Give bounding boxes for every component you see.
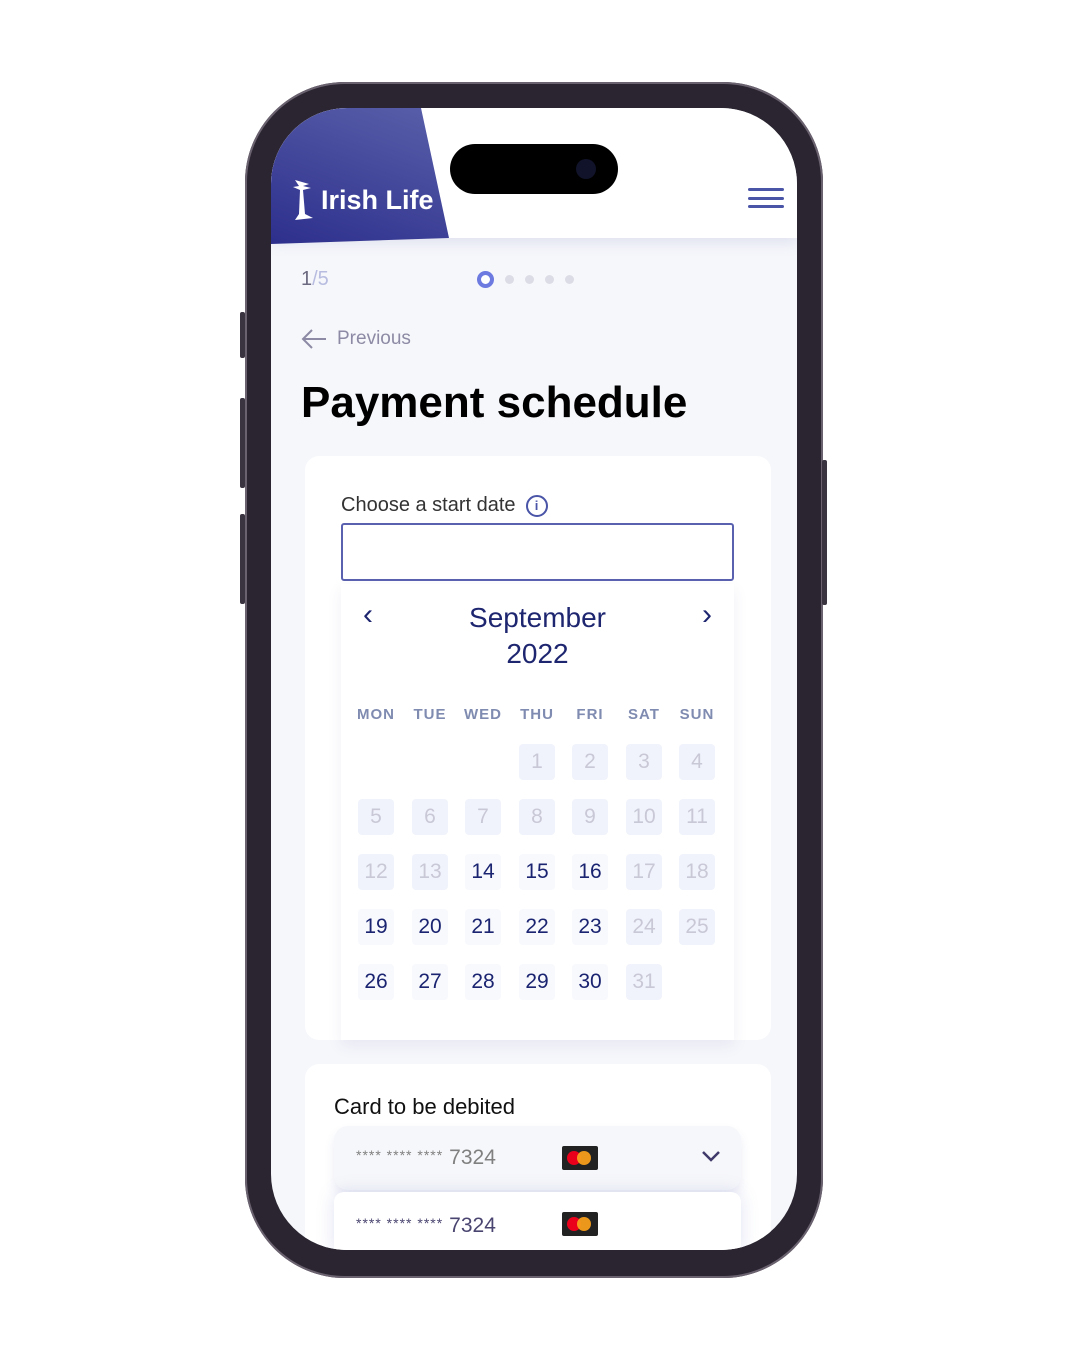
logo-text: Irish Life <box>321 184 434 215</box>
previous-link[interactable]: Previous <box>301 328 411 350</box>
progress-dot <box>525 275 534 284</box>
hamburger-icon[interactable] <box>748 188 784 208</box>
calendar-day: 12 <box>358 854 394 890</box>
previous-label: Previous <box>337 328 411 349</box>
volume-up-button <box>240 398 245 488</box>
volume-down-button <box>240 514 245 604</box>
calendar-day: 1 <box>519 744 555 780</box>
camera <box>576 159 596 179</box>
calendar-day[interactable]: 20 <box>412 909 448 945</box>
calendar-day: 13 <box>412 854 448 890</box>
weekday-header: MON <box>357 706 395 723</box>
screen: Irish Life 1/5 Previous Payment schedule… <box>271 108 797 1250</box>
weekday-header: SUN <box>679 706 715 723</box>
progress-dot-active <box>477 271 494 288</box>
calendar-day: 18 <box>679 854 715 890</box>
logo-background <box>271 108 449 244</box>
start-date-input[interactable] <box>341 523 734 581</box>
label-text: Choose a start date <box>341 494 516 516</box>
progress-dot <box>565 275 574 284</box>
weekday-header: THU <box>520 706 554 723</box>
calendar-day: 10 <box>626 799 662 835</box>
calendar: ‹ September 2022 › MON TUE WED THU FRI SAT SUN 1… <box>341 584 734 1040</box>
calendar-day[interactable]: 15 <box>519 854 555 890</box>
month-label: September <box>469 602 606 633</box>
calendar-day: 5 <box>358 799 394 835</box>
calendar-day: 8 <box>519 799 555 835</box>
info-icon[interactable]: i <box>525 494 548 517</box>
card-select[interactable]: **** **** **** 7324 <box>334 1126 741 1190</box>
year-label: 2022 <box>506 638 569 669</box>
card-option[interactable]: **** **** **** 7324 <box>334 1192 741 1250</box>
card-debit-section: Card to be debited **** **** **** 7324 **… <box>305 1064 771 1250</box>
power-button <box>822 460 827 605</box>
chevron-down-icon[interactable] <box>701 1142 721 1168</box>
calendar-month-year: September 2022 <box>341 600 734 672</box>
next-month-button[interactable]: › <box>702 598 712 632</box>
calendar-day[interactable]: 19 <box>358 909 394 945</box>
start-date-label: Choose a start date i <box>341 494 548 517</box>
calendar-day: 24 <box>626 909 662 945</box>
calendar-day: 31 <box>626 964 662 1000</box>
start-date-card: Choose a start date i ‹ September 2022 › M… <box>305 456 771 1040</box>
calendar-day: 7 <box>465 799 501 835</box>
card-number: **** **** **** 7324 <box>356 1214 496 1237</box>
weekday-header: FRI <box>576 706 604 723</box>
calendar-day[interactable]: 14 <box>465 854 501 890</box>
step-counter: 1/5 <box>301 268 329 290</box>
calendar-day: 6 <box>412 799 448 835</box>
progress-dot <box>505 275 514 284</box>
mastercard-icon <box>562 1146 598 1170</box>
calendar-day[interactable]: 28 <box>465 964 501 1000</box>
calendar-day[interactable]: 21 <box>465 909 501 945</box>
calendar-day: 2 <box>572 744 608 780</box>
calendar-day[interactable]: 22 <box>519 909 555 945</box>
irish-life-logo[interactable]: Irish Life <box>291 178 434 222</box>
calendar-day: 11 <box>679 799 715 835</box>
weekday-header: SAT <box>628 706 660 723</box>
calendar-day[interactable]: 23 <box>572 909 608 945</box>
action-button <box>240 312 245 358</box>
calendar-day[interactable]: 29 <box>519 964 555 1000</box>
calendar-day: 3 <box>626 744 662 780</box>
calendar-day: 25 <box>679 909 715 945</box>
progress-dots <box>477 271 574 288</box>
calendar-day: 17 <box>626 854 662 890</box>
calendar-day[interactable]: 27 <box>412 964 448 1000</box>
calendar-day[interactable]: 16 <box>572 854 608 890</box>
arrow-left-icon <box>301 329 326 349</box>
progress-dot <box>545 275 554 284</box>
page-title: Payment schedule <box>301 378 688 427</box>
app-header: Irish Life <box>271 108 797 244</box>
weekday-header: WED <box>464 706 502 723</box>
card-label: Card to be debited <box>334 1094 516 1119</box>
mastercard-icon <box>562 1212 598 1236</box>
calendar-day[interactable]: 26 <box>358 964 394 1000</box>
calendar-day: 9 <box>572 799 608 835</box>
calendar-day[interactable]: 30 <box>572 964 608 1000</box>
weekday-header: TUE <box>413 706 447 723</box>
logo-figure-icon <box>293 180 313 220</box>
calendar-day: 4 <box>679 744 715 780</box>
dynamic-island <box>450 144 618 194</box>
card-number: **** **** **** 7324 <box>356 1146 496 1169</box>
